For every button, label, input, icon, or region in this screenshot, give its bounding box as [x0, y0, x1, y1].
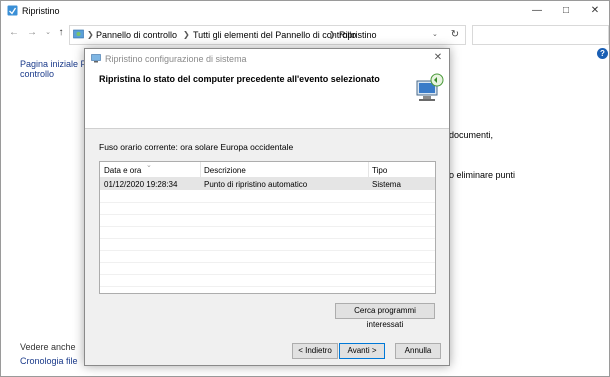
dialog-heading: Ripristina lo stato del computer precede…	[99, 74, 380, 84]
cancel-button[interactable]: Annulla	[395, 343, 441, 359]
background-text: o eliminare punti	[449, 170, 516, 180]
chevron-right-icon: ❯	[87, 30, 94, 39]
chevron-right-icon: ❯	[183, 30, 190, 39]
column-header-description[interactable]: Descrizione	[204, 166, 246, 175]
list-gridline	[100, 286, 435, 287]
window-title: Ripristino	[22, 6, 60, 16]
computer-restore-icon	[416, 73, 444, 101]
see-also-heading: Vedere anche	[20, 342, 76, 352]
breadcrumb-control-panel[interactable]: Pannello di controllo	[96, 30, 177, 40]
list-gridline	[100, 202, 435, 203]
back-arrow-icon[interactable]: ←	[7, 26, 21, 40]
list-gridline	[100, 274, 435, 275]
close-button[interactable]: ✕	[581, 1, 609, 21]
background-text: documenti,	[449, 130, 494, 140]
list-gridline	[100, 226, 435, 227]
column-header-date[interactable]: Data e ora	[104, 166, 141, 175]
row-type: Sistema	[372, 180, 401, 189]
control-panel-home-link-line2[interactable]: controllo	[20, 69, 54, 79]
system-restore-dialog: Ripristino configurazione di sistema ✕ R…	[84, 48, 450, 366]
file-history-link[interactable]: Cronologia file	[20, 356, 78, 366]
recent-dropdown-icon[interactable]: ⌄	[41, 26, 55, 40]
column-divider[interactable]	[200, 162, 201, 177]
forward-arrow-icon[interactable]: →	[25, 26, 39, 40]
back-button[interactable]: < Indietro	[292, 343, 338, 359]
timezone-label: Fuso orario corrente: ora solare Europa …	[99, 142, 294, 152]
column-header-type[interactable]: Tipo	[372, 166, 387, 175]
column-divider[interactable]	[368, 162, 369, 177]
dialog-close-icon[interactable]: ✕	[431, 51, 445, 65]
row-date: 01/12/2020 19:28:34	[104, 180, 178, 189]
up-arrow-icon[interactable]: ↑	[54, 26, 68, 40]
address-bar[interactable]: ❯ Pannello di controllo ❯ Tutti gli elem…	[69, 25, 466, 45]
next-button[interactable]: Avanti >	[339, 343, 385, 359]
scan-affected-programs-button[interactable]: Cerca programmi interessati	[335, 303, 435, 329]
row-description: Punto di ripristino automatico	[204, 180, 308, 189]
minimize-button[interactable]: —	[523, 1, 551, 21]
restore-points-list[interactable]: ⌄ Data e ora Descrizione Tipo 01/12/2020…	[99, 161, 436, 294]
list-gridline	[100, 250, 435, 251]
table-row[interactable]: 01/12/2020 19:28:34 Punto di ripristino …	[100, 178, 435, 190]
list-gridline	[100, 262, 435, 263]
dialog-title-bar: Ripristino configurazione di sistema ✕	[85, 49, 449, 68]
list-gridline	[100, 238, 435, 239]
maximize-button[interactable]: □	[552, 1, 580, 21]
list-header: ⌄ Data e ora Descrizione Tipo	[100, 162, 435, 178]
help-icon[interactable]: ?	[597, 48, 608, 59]
list-gridline	[100, 214, 435, 215]
recovery-app-icon	[7, 5, 18, 16]
dialog-title: Ripristino configurazione di sistema	[105, 54, 247, 64]
control-panel-icon	[73, 29, 84, 39]
breadcrumb-recovery[interactable]: Ripristino	[339, 30, 377, 40]
refresh-icon[interactable]: ↻	[448, 28, 462, 42]
system-restore-icon	[91, 54, 101, 63]
sort-ascending-icon: ⌄	[146, 162, 152, 169]
title-bar: Ripristino — □ ✕	[1, 1, 609, 21]
dialog-header: Ripristina lo stato del computer precede…	[85, 68, 449, 129]
search-input[interactable]	[472, 25, 609, 45]
chevron-right-icon: ❯	[329, 30, 336, 39]
chevron-down-icon[interactable]: ⌄	[432, 30, 438, 38]
